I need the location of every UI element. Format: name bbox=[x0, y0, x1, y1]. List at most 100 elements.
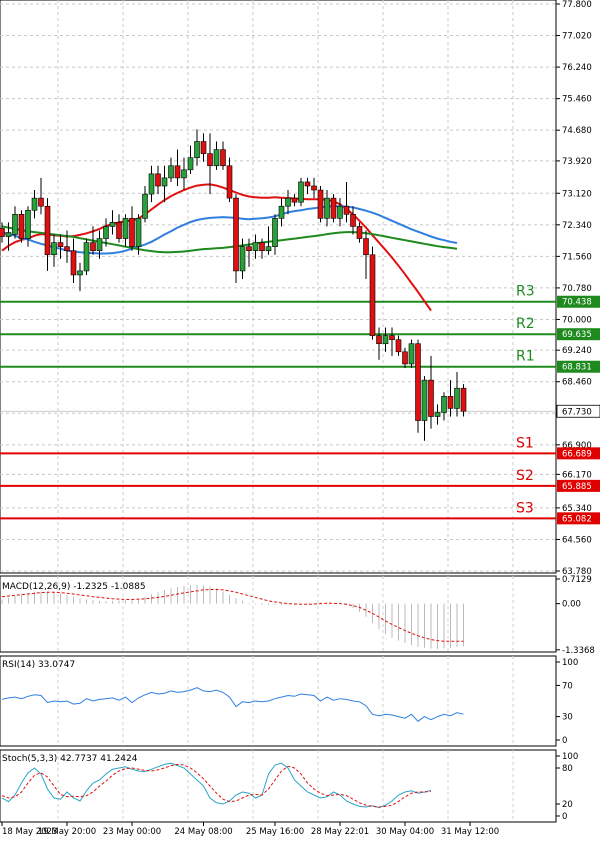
candle-body bbox=[135, 218, 142, 247]
macd-ytick-label: 0.7129 bbox=[562, 575, 592, 585]
candle-body bbox=[343, 205, 350, 215]
candle-body bbox=[350, 213, 356, 227]
price-ytick-label: 71.560 bbox=[562, 252, 592, 262]
candle-body bbox=[454, 387, 460, 409]
candle-body bbox=[83, 242, 90, 272]
level-price-s3: 65.082 bbox=[562, 514, 592, 524]
candle-body bbox=[369, 254, 376, 336]
candle-body bbox=[447, 395, 454, 409]
stoch-ytick-label: 80 bbox=[562, 764, 573, 774]
candle-body bbox=[116, 222, 122, 239]
macd-ytick-label: -1.3368 bbox=[562, 646, 595, 656]
candle-body bbox=[460, 387, 467, 412]
candle-body bbox=[213, 149, 220, 167]
candle-body bbox=[408, 343, 415, 365]
candle-body bbox=[161, 177, 168, 187]
candle-body bbox=[181, 169, 187, 179]
candle-body bbox=[18, 213, 25, 239]
candle-body bbox=[402, 351, 408, 365]
candle-body bbox=[259, 242, 265, 251]
level-price-r2: 69.635 bbox=[562, 330, 592, 340]
candle-body bbox=[0, 228, 5, 237]
price-ytick-label: 76.240 bbox=[562, 63, 592, 73]
price-ytick-label: 70.780 bbox=[562, 284, 592, 294]
candle-body bbox=[317, 189, 324, 219]
candle-body bbox=[174, 165, 181, 179]
x-tick-label: 30 May 04:00 bbox=[376, 827, 434, 837]
candle-body bbox=[96, 238, 103, 251]
level-price-s2: 65.885 bbox=[562, 482, 592, 492]
x-tick-label: 28 May 22:01 bbox=[311, 827, 369, 837]
level-price-r1: 68.831 bbox=[562, 363, 592, 373]
candle-body bbox=[291, 197, 298, 203]
candle-body bbox=[12, 213, 18, 235]
candle-body bbox=[200, 141, 207, 154]
candle-body bbox=[70, 250, 77, 276]
trading-chart: 77.800 77.020 76.240 75.460 74.680 73.920 73.1… bbox=[0, 0, 600, 841]
candle-body bbox=[187, 157, 194, 171]
macd-title: MACD(12,26,9) -1.2325 -1.0885 bbox=[2, 582, 146, 592]
candle-body bbox=[311, 185, 317, 191]
candle-body bbox=[356, 226, 363, 239]
candle-body bbox=[207, 153, 213, 167]
candle-body bbox=[77, 270, 83, 276]
price-ytick-label: 73.120 bbox=[562, 189, 592, 199]
candle-body bbox=[376, 335, 382, 345]
candle-body bbox=[148, 173, 155, 195]
current-price-label: 67.730 bbox=[562, 407, 592, 417]
level-name-r2: R2 bbox=[516, 316, 535, 332]
x-tick-label: 23 May 00:00 bbox=[103, 827, 161, 837]
candle-body bbox=[298, 181, 304, 203]
candle-body bbox=[428, 379, 434, 417]
x-tick-label: 31 May 12:00 bbox=[441, 827, 499, 837]
price-ytick-label: 70.000 bbox=[562, 315, 592, 325]
level-name-r3: R3 bbox=[516, 284, 535, 300]
price-ytick-label: 64.560 bbox=[562, 535, 592, 545]
rsi-title: RSI(14) 33.0747 bbox=[2, 660, 75, 670]
level-name-r1: R1 bbox=[516, 349, 535, 365]
candle-body bbox=[31, 197, 38, 211]
x-tick-label: 19 May 20:00 bbox=[38, 827, 96, 837]
level-name-s3: S3 bbox=[516, 500, 534, 516]
candle-body bbox=[272, 218, 278, 247]
candle-body bbox=[226, 165, 233, 199]
price-ytick-label: 74.680 bbox=[562, 126, 592, 136]
level-price-r3: 70.438 bbox=[562, 298, 592, 308]
rsi-ytick-label: 70 bbox=[562, 681, 573, 691]
level-price-s1: 66.689 bbox=[562, 449, 592, 459]
price-ytick-label: 77.020 bbox=[562, 32, 592, 42]
x-tick-label: 25 May 16:00 bbox=[246, 827, 304, 837]
candle-body bbox=[129, 218, 135, 247]
candle-body bbox=[5, 232, 12, 237]
candle-body bbox=[441, 395, 447, 413]
price-ytick-label: 69.240 bbox=[562, 346, 592, 356]
level-name-s2: S2 bbox=[516, 468, 534, 484]
candle-body bbox=[168, 165, 174, 179]
candle-body bbox=[421, 379, 428, 421]
stoch-ytick-label: 0 bbox=[562, 812, 567, 822]
price-ytick-label: 66.170 bbox=[562, 470, 592, 480]
candle-body bbox=[382, 335, 389, 345]
candle-body bbox=[324, 197, 330, 219]
candle-body bbox=[434, 412, 441, 417]
candle-body bbox=[51, 242, 57, 256]
candle-body bbox=[304, 181, 311, 187]
x-tick-label: 24 May 08:00 bbox=[174, 827, 232, 837]
price-ytick-label: 73.920 bbox=[562, 157, 592, 167]
candle-body bbox=[265, 246, 272, 251]
chart-svg: 77.800 77.020 76.240 75.460 74.680 73.920 73.1… bbox=[0, 0, 600, 841]
candle-body bbox=[252, 242, 259, 251]
rsi-ytick-label: 100 bbox=[562, 658, 578, 668]
candle-body bbox=[194, 141, 200, 158]
candle-body bbox=[337, 205, 343, 219]
candle-body bbox=[285, 197, 291, 207]
candle-body bbox=[363, 238, 369, 256]
price-ytick-label: 68.460 bbox=[562, 378, 592, 388]
candle-body bbox=[109, 222, 116, 227]
candle-body bbox=[44, 205, 51, 256]
candle-body bbox=[57, 242, 64, 247]
price-ytick-label: 77.800 bbox=[562, 0, 592, 10]
candle-body bbox=[155, 173, 161, 187]
candle-body bbox=[64, 246, 70, 251]
rsi-ytick-label: 0 bbox=[562, 736, 567, 746]
